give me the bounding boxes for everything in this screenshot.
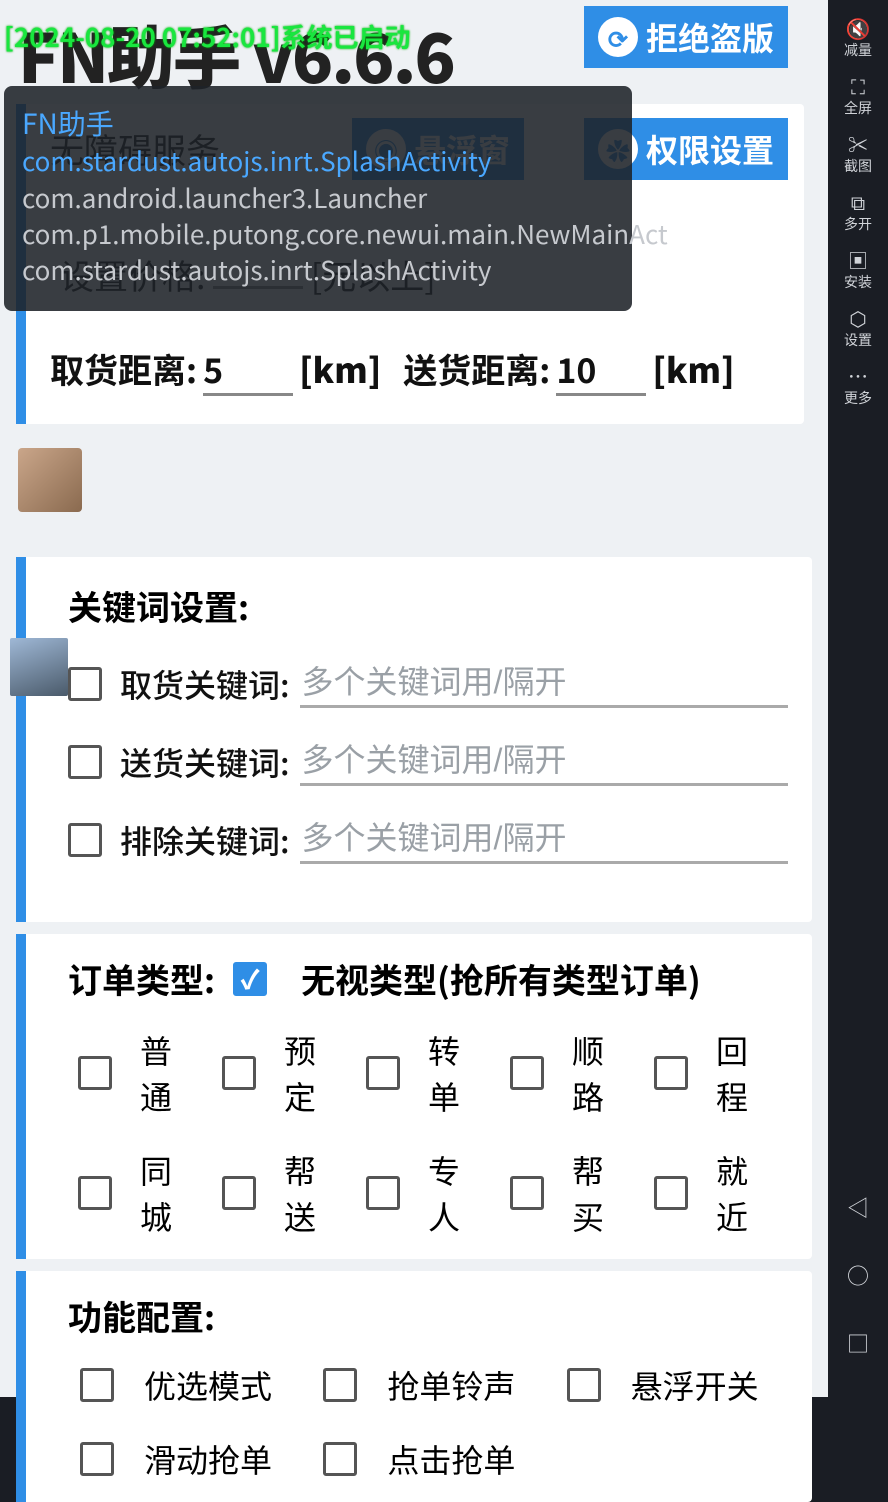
- deliver-distance-input[interactable]: 10: [556, 344, 646, 396]
- pickup-keyword-label: 取货关键词:: [120, 661, 290, 707]
- volume-down-button[interactable]: 🔇 减量: [828, 10, 888, 68]
- order-type-option[interactable]: 同城: [68, 1147, 202, 1239]
- scissors-icon: ✂: [828, 134, 888, 154]
- function-config-title: 功能配置:: [68, 1291, 788, 1340]
- nav-home-button[interactable]: ○: [828, 1241, 888, 1309]
- option-label: 点击抢单: [387, 1436, 515, 1482]
- function-option[interactable]: 优选模式: [68, 1362, 301, 1408]
- order-type-option[interactable]: 普通: [68, 1027, 202, 1119]
- function-option[interactable]: 悬浮开关: [555, 1362, 788, 1408]
- checkbox[interactable]: [510, 1056, 544, 1090]
- pickup-keyword-input[interactable]: [300, 660, 788, 708]
- avatar-thumbnail[interactable]: [10, 638, 68, 696]
- deliver-keyword-input[interactable]: [300, 738, 788, 786]
- option-label: 转单: [428, 1027, 490, 1119]
- checkbox[interactable]: [366, 1176, 400, 1210]
- option-label: 就近: [716, 1147, 778, 1239]
- order-type-card: 订单类型: 无视类型(抢所有类型订单) 普通预定转单顺路回程同城帮送专人帮买就近: [16, 934, 812, 1259]
- order-type-option[interactable]: 就近: [644, 1147, 778, 1239]
- km-unit: [km]: [299, 344, 381, 393]
- exclude-keyword-input[interactable]: [300, 816, 788, 864]
- order-type-option[interactable]: 顺路: [500, 1027, 634, 1119]
- permission-settings-label: 权限设置: [646, 126, 774, 172]
- order-type-option[interactable]: 回程: [644, 1027, 778, 1119]
- log-status: [2024-08-20 07:52:01]系统已启动: [4, 18, 410, 55]
- checkbox[interactable]: [510, 1176, 544, 1210]
- apk-icon: ▣: [828, 250, 888, 270]
- km-unit: [km]: [652, 344, 734, 393]
- toast-activity-line: com.p1.mobile.putong.core.newui.main.New…: [22, 216, 614, 252]
- checkbox[interactable]: [654, 1056, 688, 1090]
- checkbox[interactable]: [78, 1176, 112, 1210]
- nav-recents-button[interactable]: □: [828, 1309, 888, 1377]
- option-label: 同城: [140, 1147, 202, 1239]
- pickup-keyword-checkbox[interactable]: [68, 667, 102, 701]
- pickup-distance-label: 取货距离:: [50, 344, 197, 393]
- order-type-option[interactable]: 转单: [356, 1027, 490, 1119]
- more-button[interactable]: ⋯ 更多: [828, 358, 888, 416]
- order-type-option[interactable]: 帮送: [212, 1147, 346, 1239]
- order-type-option[interactable]: 帮买: [500, 1147, 634, 1239]
- option-label: 悬浮开关: [631, 1362, 759, 1408]
- volume-down-icon: 🔇: [828, 18, 888, 38]
- option-label: 专人: [428, 1147, 490, 1239]
- deliver-distance-label: 送货距离:: [403, 344, 550, 393]
- distance-row: 取货距离: 5 [km] 送货距离: 10 [km]: [50, 344, 788, 396]
- checkbox[interactable]: [222, 1056, 256, 1090]
- checkbox[interactable]: [366, 1056, 400, 1090]
- keyword-card: 关键词设置: 取货关键词: 送货关键词: 排除关键词:: [16, 557, 812, 922]
- option-label: 回程: [716, 1027, 778, 1119]
- toast-activity-line: com.android.launcher3.Launcher: [22, 180, 614, 216]
- refuse-piracy-label: 拒绝盗版: [646, 14, 774, 60]
- deliver-keyword-checkbox[interactable]: [68, 745, 102, 779]
- settings-icon: ⬡: [828, 308, 888, 328]
- function-option[interactable]: 点击抢单: [311, 1436, 544, 1482]
- ignore-type-checkbox[interactable]: [233, 962, 267, 996]
- avatar-thumbnail[interactable]: [18, 448, 82, 512]
- option-label: 普通: [140, 1027, 202, 1119]
- checkbox[interactable]: [323, 1442, 357, 1476]
- option-label: 预定: [284, 1027, 346, 1119]
- deliver-keyword-label: 送货关键词:: [120, 739, 290, 785]
- exclude-keyword-checkbox[interactable]: [68, 823, 102, 857]
- function-option[interactable]: 抢单铃声: [311, 1362, 544, 1408]
- toast-activity-line: com.stardust.autojs.inrt.SplashActivity: [22, 252, 614, 288]
- option-label: 帮送: [284, 1147, 346, 1239]
- option-label: 滑动抢单: [144, 1436, 272, 1482]
- refresh-icon: ⟳: [598, 17, 638, 57]
- function-config-card: 功能配置: 优选模式 抢单铃声 悬浮开关滑动抢单 点击抢单: [16, 1271, 812, 1502]
- checkbox[interactable]: [80, 1442, 114, 1476]
- option-label: 顺路: [572, 1027, 634, 1119]
- option-label: 帮买: [572, 1147, 634, 1239]
- activity-toast: FN助手 com.stardust.autojs.inrt.SplashActi…: [4, 86, 632, 311]
- more-icon: ⋯: [828, 366, 888, 386]
- function-option[interactable]: 滑动抢单: [68, 1436, 301, 1482]
- settings-button[interactable]: ⬡ 设置: [828, 300, 888, 358]
- option-label: 优选模式: [144, 1362, 272, 1408]
- option-label: 抢单铃声: [387, 1362, 515, 1408]
- multi-instance-button[interactable]: ⧉ 多开: [828, 184, 888, 242]
- ignore-type-label: 无视类型(抢所有类型订单): [301, 954, 701, 1003]
- toast-title: FN助手: [22, 104, 614, 143]
- screenshot-button[interactable]: ✂ 截图: [828, 126, 888, 184]
- refuse-piracy-button[interactable]: ⟳ 拒绝盗版: [584, 6, 788, 68]
- checkbox[interactable]: [78, 1056, 112, 1090]
- multi-icon: ⧉: [828, 192, 888, 212]
- keyword-title: 关键词设置:: [68, 581, 788, 630]
- checkbox[interactable]: [222, 1176, 256, 1210]
- nav-back-button[interactable]: ◁: [828, 1173, 888, 1241]
- emulator-sidebar: 🔇 减量 ⛶ 全屏 ✂ 截图 ⧉ 多开 ▣ 安装 ⬡ 设置 ⋯ 更多 ◁ ○ □: [828, 0, 888, 1397]
- order-type-option[interactable]: 专人: [356, 1147, 490, 1239]
- install-apk-button[interactable]: ▣ 安装: [828, 242, 888, 300]
- order-type-title: 订单类型:: [68, 954, 215, 1003]
- fullscreen-icon: ⛶: [828, 76, 888, 96]
- toast-activity-line: com.stardust.autojs.inrt.SplashActivity: [22, 143, 614, 179]
- exclude-keyword-label: 排除关键词:: [120, 817, 290, 863]
- fullscreen-button[interactable]: ⛶ 全屏: [828, 68, 888, 126]
- pickup-distance-input[interactable]: 5: [203, 344, 293, 396]
- checkbox[interactable]: [654, 1176, 688, 1210]
- order-type-option[interactable]: 预定: [212, 1027, 346, 1119]
